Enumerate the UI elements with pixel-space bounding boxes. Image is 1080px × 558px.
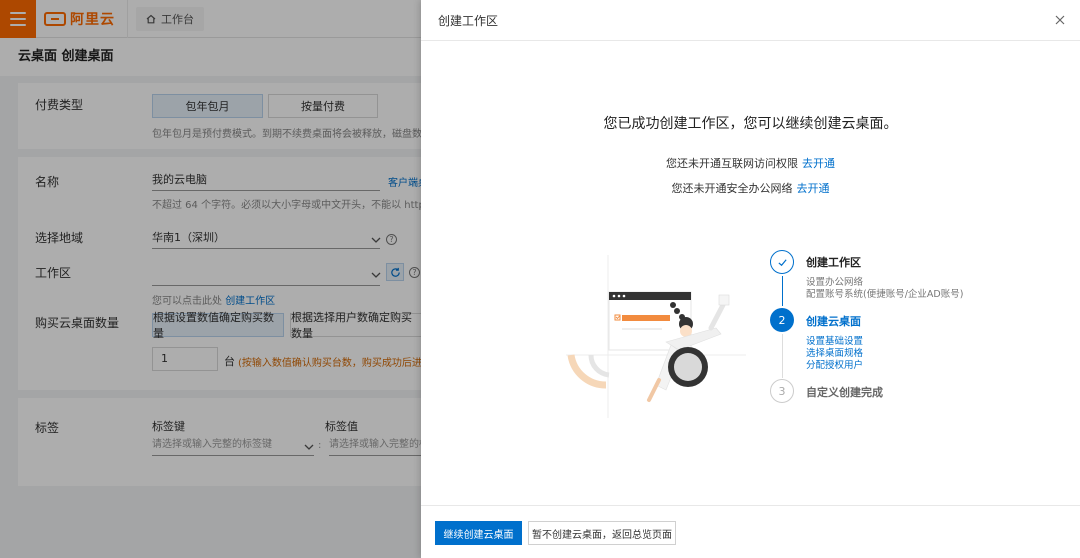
step-2-indicator: 2 (770, 308, 794, 332)
step-1-indicator (770, 250, 794, 274)
progress-steps: 创建工作区 设置办公网络 配置账号系统(便捷账号/企业AD账号) 2 创建云桌面… (770, 250, 1060, 420)
close-icon[interactable] (1054, 14, 1066, 26)
step-2-sub[interactable]: 分配授权用户 (806, 357, 863, 371)
modal-overlay[interactable] (0, 0, 421, 558)
continue-create-desktop-button[interactable]: 继续创建云桌面 (435, 521, 522, 545)
enable-secure-network-link[interactable]: 去开通 (797, 182, 830, 195)
drawer-footer: 继续创建云桌面 暂不创建云桌面，返回总览页面 (421, 505, 1080, 558)
step-1-sub: 配置账号系统(便捷账号/企业AD账号) (806, 289, 964, 300)
step-3-title: 自定义创建完成 (806, 386, 883, 399)
internet-access-notice: 您还未开通互联网访问权限 去开通 (666, 157, 835, 170)
step-connector (782, 334, 783, 378)
step-1-title: 创建工作区 (806, 256, 861, 269)
workspace-illustration (566, 255, 746, 418)
skip-return-overview-button[interactable]: 暂不创建云桌面，返回总览页面 (528, 521, 676, 545)
step-connector (782, 276, 783, 306)
step-3-indicator: 3 (770, 379, 794, 403)
success-message: 您已成功创建工作区，您可以继续创建云桌面。 (603, 116, 898, 132)
step-2-title: 创建云桌面 (806, 315, 861, 328)
drawer-header: 创建工作区 (421, 0, 1080, 41)
drawer-title: 创建工作区 (438, 13, 499, 28)
create-workspace-drawer: 创建工作区 您已成功创建工作区，您可以继续创建云桌面。 您还未开通互联网访问权限… (421, 0, 1080, 558)
check-icon (777, 258, 787, 266)
enable-internet-link[interactable]: 去开通 (802, 157, 835, 170)
secure-network-notice: 您还未开通安全办公网络 去开通 (671, 182, 830, 195)
